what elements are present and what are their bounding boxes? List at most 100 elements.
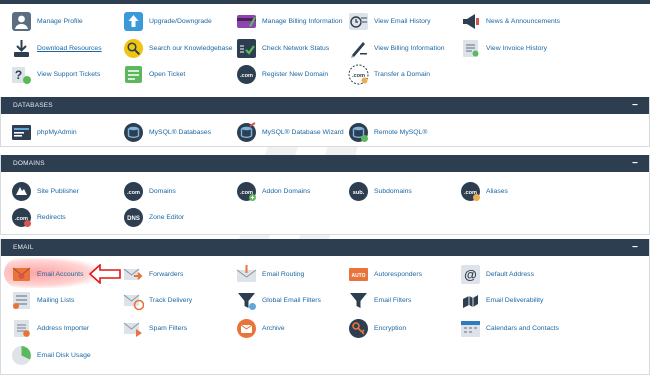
- svg-text:DNS: DNS: [127, 216, 140, 222]
- mailing-lists-icon: [11, 290, 32, 311]
- forwarders-label: Forwarders: [149, 270, 184, 278]
- remote-mysql-icon: [348, 122, 369, 143]
- email-panel: EMAIL −: [0, 239, 650, 375]
- link-mysql-database-wizard[interactable]: MySQL® Database Wizard: [236, 120, 344, 144]
- link-view-support-tickets[interactable]: ? View Support Tickets: [11, 62, 100, 86]
- view-email-history-label: View Email History: [374, 17, 431, 25]
- link-zone-editor[interactable]: DNS Zone Editor: [123, 205, 184, 229]
- link-track-delivery[interactable]: Track Delivery: [123, 288, 192, 312]
- register-domain-icon: .com: [236, 64, 257, 85]
- domains-title: DOMAINS: [13, 160, 45, 167]
- mysql-icon: [123, 122, 144, 143]
- svg-text:AUTO: AUTO: [351, 273, 365, 279]
- link-archive[interactable]: Archive: [236, 316, 285, 340]
- link-manage-billing-information[interactable]: Manage Billing Information: [236, 9, 342, 33]
- link-email-accounts[interactable]: Email Accounts: [11, 262, 83, 286]
- link-calendars-and-contacts[interactable]: Calendars and Contacts: [460, 316, 559, 340]
- news-icon: [460, 11, 481, 32]
- domains-header[interactable]: DOMAINS −: [1, 155, 649, 172]
- link-manage-profile[interactable]: Manage Profile: [11, 9, 83, 33]
- link-addon-domains[interactable]: .com Addon Domains: [236, 179, 310, 203]
- link-address-importer[interactable]: Address Importer: [11, 316, 89, 340]
- link-global-email-filters[interactable]: Global Email Filters: [236, 288, 321, 312]
- svg-text:sub.: sub.: [353, 190, 365, 196]
- autoresponders-icon: AUTO: [348, 264, 369, 285]
- open-ticket-label: Open Ticket: [149, 70, 186, 78]
- link-redirects[interactable]: .com Redirects: [11, 205, 66, 229]
- link-view-billing-information[interactable]: View Billing Information: [348, 36, 445, 60]
- link-open-ticket[interactable]: Open Ticket: [123, 62, 185, 86]
- spam-filters-label: Spam Filters: [149, 324, 188, 332]
- top-border: [0, 0, 650, 4]
- check-network-status-label: Check Network Status: [262, 44, 330, 52]
- domains-collapse-button[interactable]: −: [630, 155, 640, 172]
- link-domains[interactable]: .com Domains: [123, 179, 176, 203]
- addon-domains-label: Addon Domains: [262, 187, 311, 195]
- archive-icon: [236, 318, 257, 339]
- upgrade-icon: [123, 11, 144, 32]
- link-search-our-knowledgebase[interactable]: Search our Knowledgebase: [123, 36, 233, 60]
- addon-domains-icon: .com: [236, 181, 257, 202]
- link-check-network-status[interactable]: Check Network Status: [236, 36, 329, 60]
- email-collapse-button[interactable]: −: [630, 239, 640, 256]
- default-address-icon: @: [460, 264, 481, 285]
- register-new-domain-label: Register New Domain: [262, 70, 329, 78]
- calendars-icon: [460, 318, 481, 339]
- link-forwarders[interactable]: Forwarders: [123, 262, 183, 286]
- archive-label: Archive: [262, 324, 285, 332]
- track-delivery-icon: [123, 290, 144, 311]
- databases-collapse-button[interactable]: −: [630, 97, 640, 114]
- news-and-announcements-label: News & Announcements: [486, 17, 561, 25]
- link-email-disk-usage[interactable]: Email Disk Usage: [11, 343, 91, 367]
- link-transfer-a-domain[interactable]: .com Transfer a Domain: [348, 62, 430, 86]
- link-autoresponders[interactable]: AUTO Autoresponders: [348, 262, 422, 286]
- link-view-email-history[interactable]: View Email History: [348, 9, 431, 33]
- mysql-wizard-icon: [236, 121, 257, 143]
- manage-profile-label: Manage Profile: [37, 17, 83, 25]
- profile-icon: [11, 11, 32, 32]
- link-view-invoice-history[interactable]: View Invoice History: [460, 36, 547, 60]
- phpmyadmin-icon: [11, 122, 32, 143]
- databases-header[interactable]: DATABASES −: [1, 97, 649, 114]
- transfer-a-domain-label: Transfer a Domain: [374, 70, 431, 78]
- link-subdomains[interactable]: sub. Subdomains: [348, 179, 412, 203]
- link-encryption[interactable]: Encryption: [348, 316, 406, 340]
- databases-title: DATABASES: [13, 102, 53, 109]
- link-email-deliverability[interactable]: Email Deliverability: [460, 288, 543, 312]
- subdomains-label: Subdomains: [374, 187, 412, 195]
- phpmyadmin-label: phpMyAdmin: [37, 128, 77, 136]
- svg-text:?: ?: [15, 68, 22, 82]
- link-aliases[interactable]: .com Aliases: [460, 179, 508, 203]
- link-upgrade-downgrade[interactable]: Upgrade/Downgrade: [123, 9, 212, 33]
- site-publisher-icon: [11, 181, 32, 202]
- email-header[interactable]: EMAIL −: [1, 239, 649, 256]
- redirects-icon: .com: [11, 207, 32, 228]
- link-spam-filters[interactable]: Spam Filters: [123, 316, 187, 340]
- link-email-routing[interactable]: Email Routing: [236, 262, 304, 286]
- mysql-database-wizard-label: MySQL® Database Wizard: [262, 128, 344, 136]
- email-title: EMAIL: [13, 244, 34, 251]
- calendars-and-contacts-label: Calendars and Contacts: [486, 324, 559, 332]
- mailing-lists-label: Mailing Lists: [37, 296, 75, 304]
- network-status-icon: [236, 38, 257, 59]
- dns-icon: DNS: [123, 207, 144, 228]
- link-site-publisher[interactable]: Site Publisher: [11, 179, 79, 203]
- spam-filters-icon: [123, 318, 144, 339]
- link-register-new-domain[interactable]: .com Register New Domain: [236, 62, 328, 86]
- link-mailing-lists[interactable]: Mailing Lists: [11, 288, 74, 312]
- link-download-resources[interactable]: Download Resources: [11, 36, 102, 60]
- track-delivery-label: Track Delivery: [149, 296, 193, 304]
- link-mysql-databases[interactable]: MySQL® Databases: [123, 120, 211, 144]
- email-filters-icon: [348, 290, 369, 311]
- pointer-arrow-icon: [89, 264, 121, 284]
- link-default-address[interactable]: @ Default Address: [460, 262, 534, 286]
- upgrade-downgrade-label: Upgrade/Downgrade: [149, 17, 212, 25]
- default-address-label: Default Address: [486, 270, 534, 278]
- link-news-and-announcements[interactable]: News & Announcements: [460, 9, 560, 33]
- link-email-filters[interactable]: Email Filters: [348, 288, 411, 312]
- invoice-icon: [460, 38, 481, 59]
- link-remote-mysql[interactable]: Remote MySQL®: [348, 120, 427, 144]
- svg-text:.com: .com: [240, 73, 253, 79]
- link-phpmyadmin[interactable]: phpMyAdmin: [11, 120, 77, 144]
- svg-text:@: @: [464, 267, 477, 282]
